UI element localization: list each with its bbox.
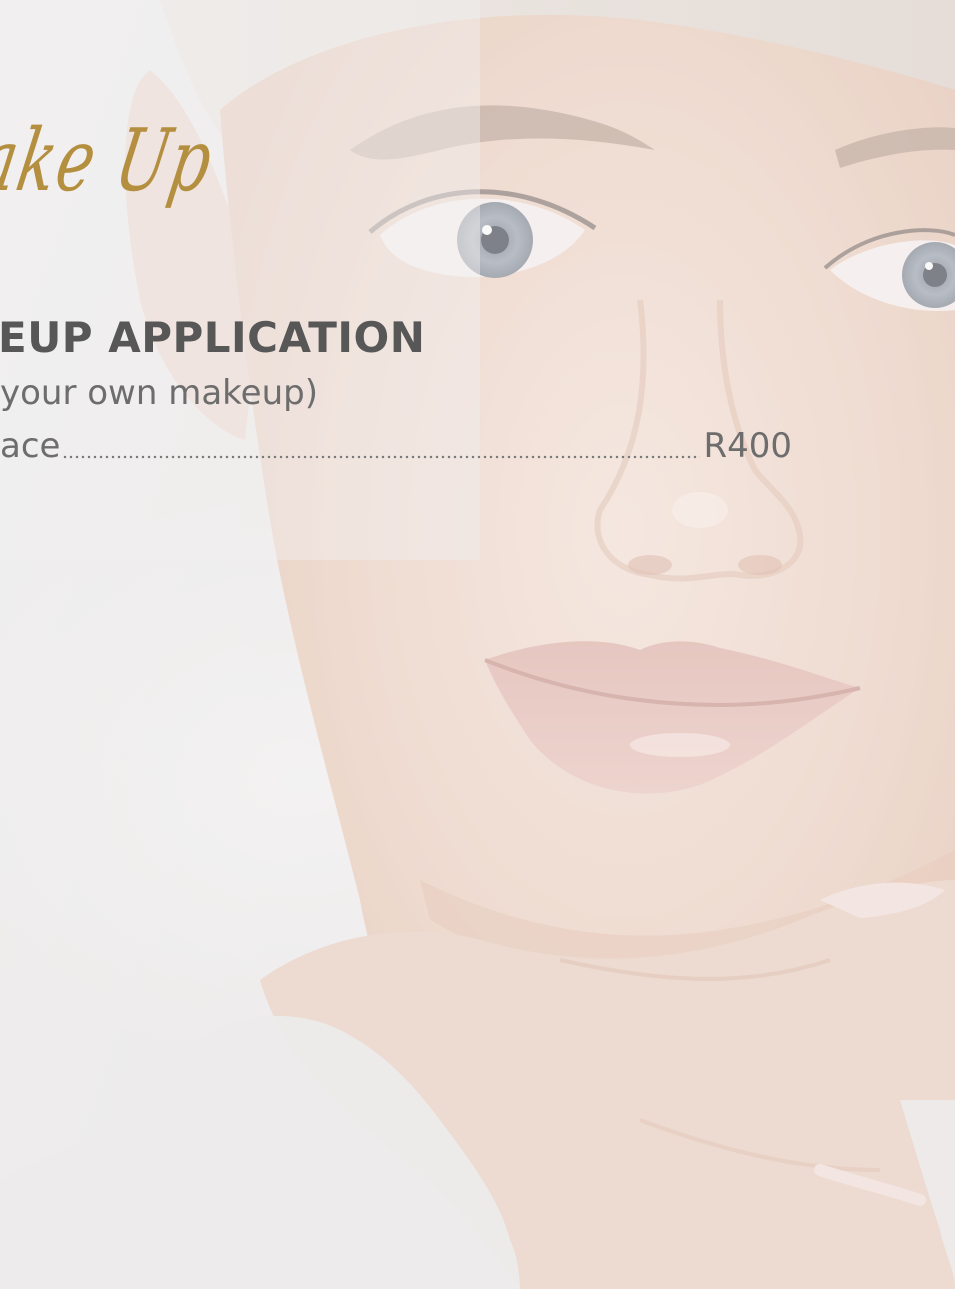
price-value: R400: [703, 426, 792, 466]
price-list-page: ake Up EUP APPLICATION your own makeup) …: [0, 0, 955, 1289]
makeup-script-heading: ake Up: [0, 111, 221, 211]
price-item-label: ace: [0, 426, 61, 466]
service-title: EUP APPLICATION: [0, 313, 426, 362]
service-note: your own makeup): [0, 373, 318, 413]
price-row: ace R400: [0, 423, 792, 469]
dot-leader: [62, 455, 701, 459]
